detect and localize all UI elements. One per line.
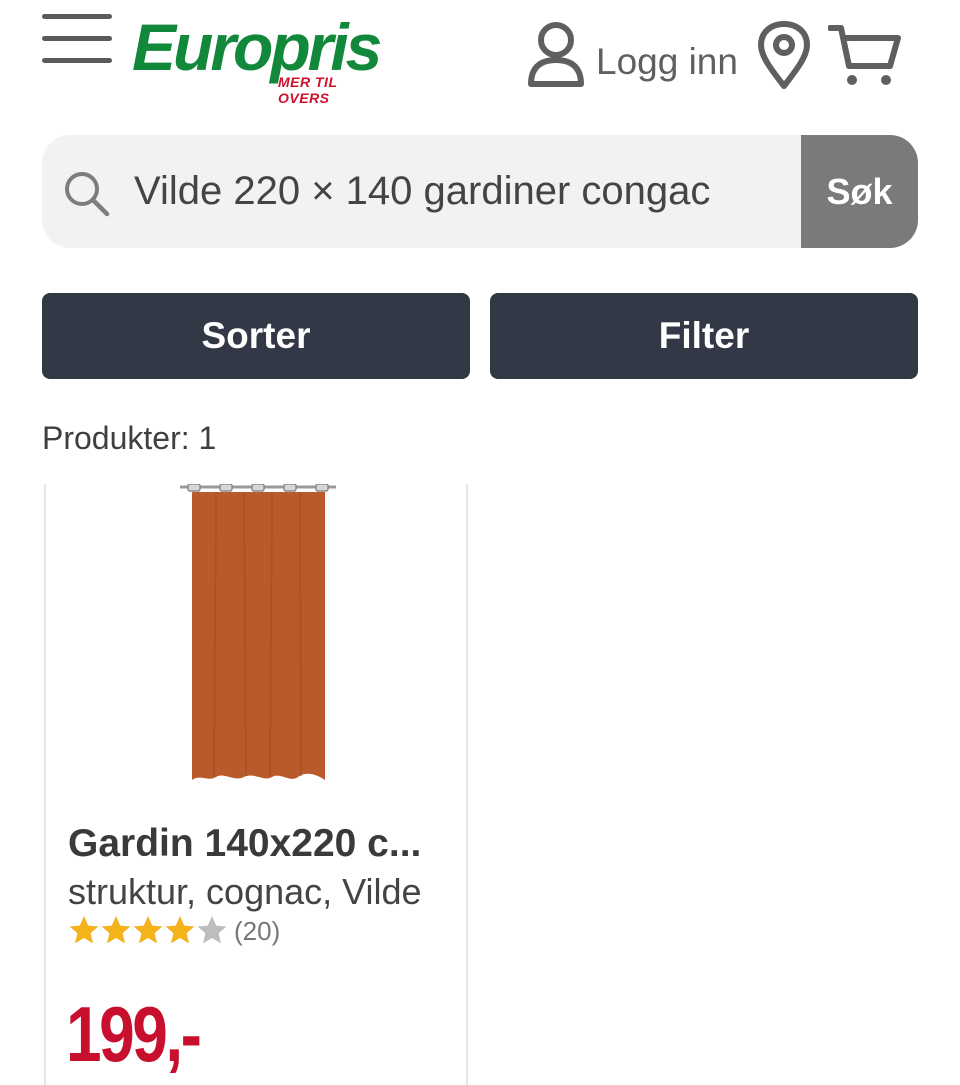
product-price: 199,-	[66, 990, 202, 1078]
search-bar: Vilde 220 × 140 gardiner congac Søk	[42, 135, 918, 248]
europris-logo[interactable]: Europris MER TIL OVERS	[132, 8, 392, 106]
product-title[interactable]: Gardin 140x220 c...	[68, 822, 458, 866]
header: Europris MER TIL OVERS Logg inn	[0, 0, 960, 120]
search-icon	[65, 172, 110, 217]
shopping-cart-icon[interactable]	[828, 20, 902, 90]
review-count: (20)	[234, 915, 281, 946]
sort-button[interactable]: Sorter	[42, 293, 470, 379]
filter-button[interactable]: Filter	[490, 293, 918, 379]
login-label: Logg inn	[596, 41, 738, 82]
hamburger-menu-icon[interactable]	[42, 14, 112, 64]
product-subtitle: struktur, cognac, Vilde	[68, 871, 422, 912]
star-rating-icon	[69, 916, 227, 944]
product-count: Produkter: 1	[42, 420, 217, 456]
user-icon	[528, 22, 584, 87]
login-button[interactable]: Logg inn	[526, 20, 738, 90]
search-input[interactable]: Vilde 220 × 140 gardiner congac	[134, 135, 710, 248]
product-card[interactable]: Gardin 140x220 c... struktur, cognac, Vi…	[44, 484, 468, 1085]
search-button[interactable]: Søk	[801, 135, 918, 248]
map-pin-icon[interactable]	[756, 20, 812, 90]
logo-tagline: MER TIL OVERS	[278, 74, 338, 106]
product-rating: (20)	[68, 914, 280, 948]
product-image	[180, 484, 336, 780]
